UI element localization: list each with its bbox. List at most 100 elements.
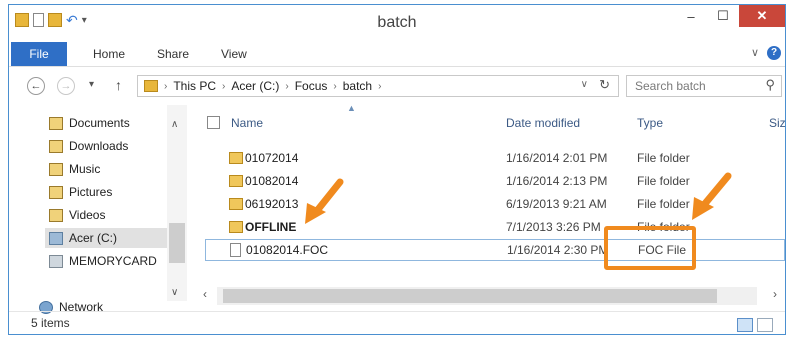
nav-item-label: Downloads [69, 139, 129, 153]
nav-item-acer-c[interactable]: Acer (C:) [45, 228, 169, 248]
sort-indicator-icon: ▲ [347, 103, 356, 113]
close-button[interactable]: ✕ [739, 5, 785, 27]
nav-item-label: Music [69, 162, 101, 176]
music-icon [49, 162, 63, 176]
highlight-box [604, 226, 696, 270]
breadcrumb-batch[interactable]: batch [343, 79, 372, 93]
memory-card-icon [49, 254, 63, 268]
nav-item-downloads[interactable]: Downloads [49, 136, 128, 156]
documents-icon [49, 116, 63, 130]
file-name: 01082014 [245, 174, 299, 188]
file-type: File folder [637, 174, 690, 188]
search-placeholder: Search batch [635, 79, 706, 93]
chevron-right-icon[interactable]: › [378, 81, 381, 92]
folder-icon [229, 198, 243, 210]
file-name: 01082014.FOC [246, 243, 329, 257]
folder-icon [229, 175, 243, 187]
file-name: OFFLINE [245, 220, 297, 234]
address-bar[interactable]: › This PC › Acer (C:) › Focus › batch › … [137, 75, 619, 97]
recent-locations-icon[interactable]: ▾ [89, 79, 94, 90]
drive-icon [49, 231, 63, 245]
window-title: batch [377, 14, 417, 31]
nav-item-music[interactable]: Music [49, 159, 100, 179]
back-button[interactable]: ← [27, 77, 45, 95]
select-all-checkbox[interactable] [207, 116, 220, 129]
chevron-right-icon[interactable]: › [222, 81, 225, 92]
table-row[interactable]: OFFLINE 7/1/2013 3:26 PM File folder [205, 217, 785, 239]
status-bar: 5 items [9, 311, 785, 334]
details-view-icon[interactable] [737, 318, 753, 332]
folder-icon [144, 80, 158, 92]
chevron-right-icon[interactable]: › [333, 81, 336, 92]
folder-icon [229, 152, 243, 164]
up-button[interactable]: ↑ [115, 77, 122, 93]
file-date: 7/1/2013 3:26 PM [506, 220, 601, 234]
item-count: 5 items [31, 316, 70, 330]
tab-home[interactable]: Home [93, 42, 125, 66]
pictures-icon [49, 185, 63, 199]
tab-share[interactable]: Share [157, 42, 189, 66]
tab-file[interactable]: File [11, 42, 67, 66]
window-controls: – ☐ ✕ [675, 5, 785, 27]
large-icons-view-icon[interactable] [757, 318, 773, 332]
scroll-left-icon[interactable]: ‹ [203, 287, 207, 301]
title-bar: ↶ ▾ batch – ☐ ✕ [9, 5, 785, 41]
expand-ribbon-icon[interactable]: ∨ [751, 46, 759, 59]
scroll-down-icon[interactable]: ∨ [171, 287, 178, 298]
scroll-right-icon[interactable]: › [773, 287, 777, 301]
table-row[interactable]: 01082014.FOC 1/16/2014 2:30 PM FOC File [205, 239, 785, 261]
breadcrumb-focus[interactable]: Focus [295, 79, 328, 93]
help-icon[interactable]: ? [767, 46, 781, 60]
nav-item-documents[interactable]: Documents [49, 113, 130, 133]
downloads-icon [49, 139, 63, 153]
address-row: ← → ▾ ↑ › This PC › Acer (C:) › Focus › … [9, 71, 785, 101]
table-row[interactable]: 06192013 6/19/2013 9:21 AM File folder [205, 194, 785, 216]
minimize-button[interactable]: – [675, 5, 707, 27]
table-row[interactable]: 01082014 1/16/2014 2:13 PM File folder [205, 171, 785, 193]
ribbon-tabs: File Home Share View ∨ ? [9, 42, 785, 67]
file-date: 1/16/2014 2:01 PM [506, 151, 608, 165]
file-icon [230, 243, 241, 257]
address-dropdown-icon[interactable]: ∨ [581, 79, 588, 90]
tab-view[interactable]: View [221, 42, 247, 66]
search-input[interactable]: Search batch ⚲ [626, 75, 782, 97]
breadcrumb-acer-c[interactable]: Acer (C:) [231, 79, 279, 93]
maximize-button[interactable]: ☐ [707, 5, 739, 27]
column-header-name[interactable]: Name [231, 105, 263, 141]
breadcrumb-this-pc[interactable]: This PC [173, 79, 216, 93]
nav-scrollbar[interactable]: ∧ ∨ [167, 105, 187, 301]
file-name: 06192013 [245, 197, 299, 211]
file-date: 1/16/2014 2:13 PM [506, 174, 608, 188]
nav-item-label: Acer (C:) [69, 231, 117, 245]
folder-icon [229, 221, 243, 233]
file-type: File folder [637, 151, 690, 165]
column-header-type[interactable]: Type [637, 105, 663, 141]
file-name: 01072014 [245, 151, 299, 165]
nav-item-memorycard[interactable]: MEMORYCARD [49, 251, 157, 271]
forward-button[interactable]: → [57, 77, 75, 95]
breadcrumb: › This PC › Acer (C:) › Focus › batch › [144, 79, 381, 93]
file-date: 1/16/2014 2:30 PM [507, 243, 609, 257]
nav-item-videos[interactable]: Videos [49, 205, 105, 225]
column-header-date[interactable]: Date modified [506, 105, 580, 141]
column-header-size[interactable]: Size [769, 105, 785, 141]
nav-item-label: Videos [69, 208, 106, 222]
navigation-pane: Documents Downloads Music Pictures Video… [9, 105, 189, 314]
nav-scroll-thumb[interactable] [169, 223, 185, 263]
file-list: ▲ Name Date modified Type Size 01072014 … [197, 103, 785, 307]
chevron-right-icon[interactable]: › [164, 81, 167, 92]
refresh-icon[interactable]: ↻ [599, 77, 610, 93]
file-type: File folder [637, 197, 690, 211]
nav-item-label: Documents [69, 116, 130, 130]
nav-item-pictures[interactable]: Pictures [49, 182, 112, 202]
search-icon[interactable]: ⚲ [765, 77, 775, 93]
chevron-right-icon[interactable]: › [285, 81, 288, 92]
scroll-thumb[interactable] [223, 289, 717, 303]
explorer-window: ↶ ▾ batch – ☐ ✕ File Home Share View ∨ ?… [8, 4, 786, 335]
horizontal-scrollbar[interactable]: ‹ › [197, 285, 785, 307]
table-row[interactable]: 01072014 1/16/2014 2:01 PM File folder [205, 148, 785, 170]
scroll-up-icon[interactable]: ∧ [171, 119, 178, 130]
nav-item-label: Pictures [69, 185, 113, 199]
nav-item-label: MEMORYCARD [69, 254, 157, 268]
videos-icon [49, 208, 63, 222]
